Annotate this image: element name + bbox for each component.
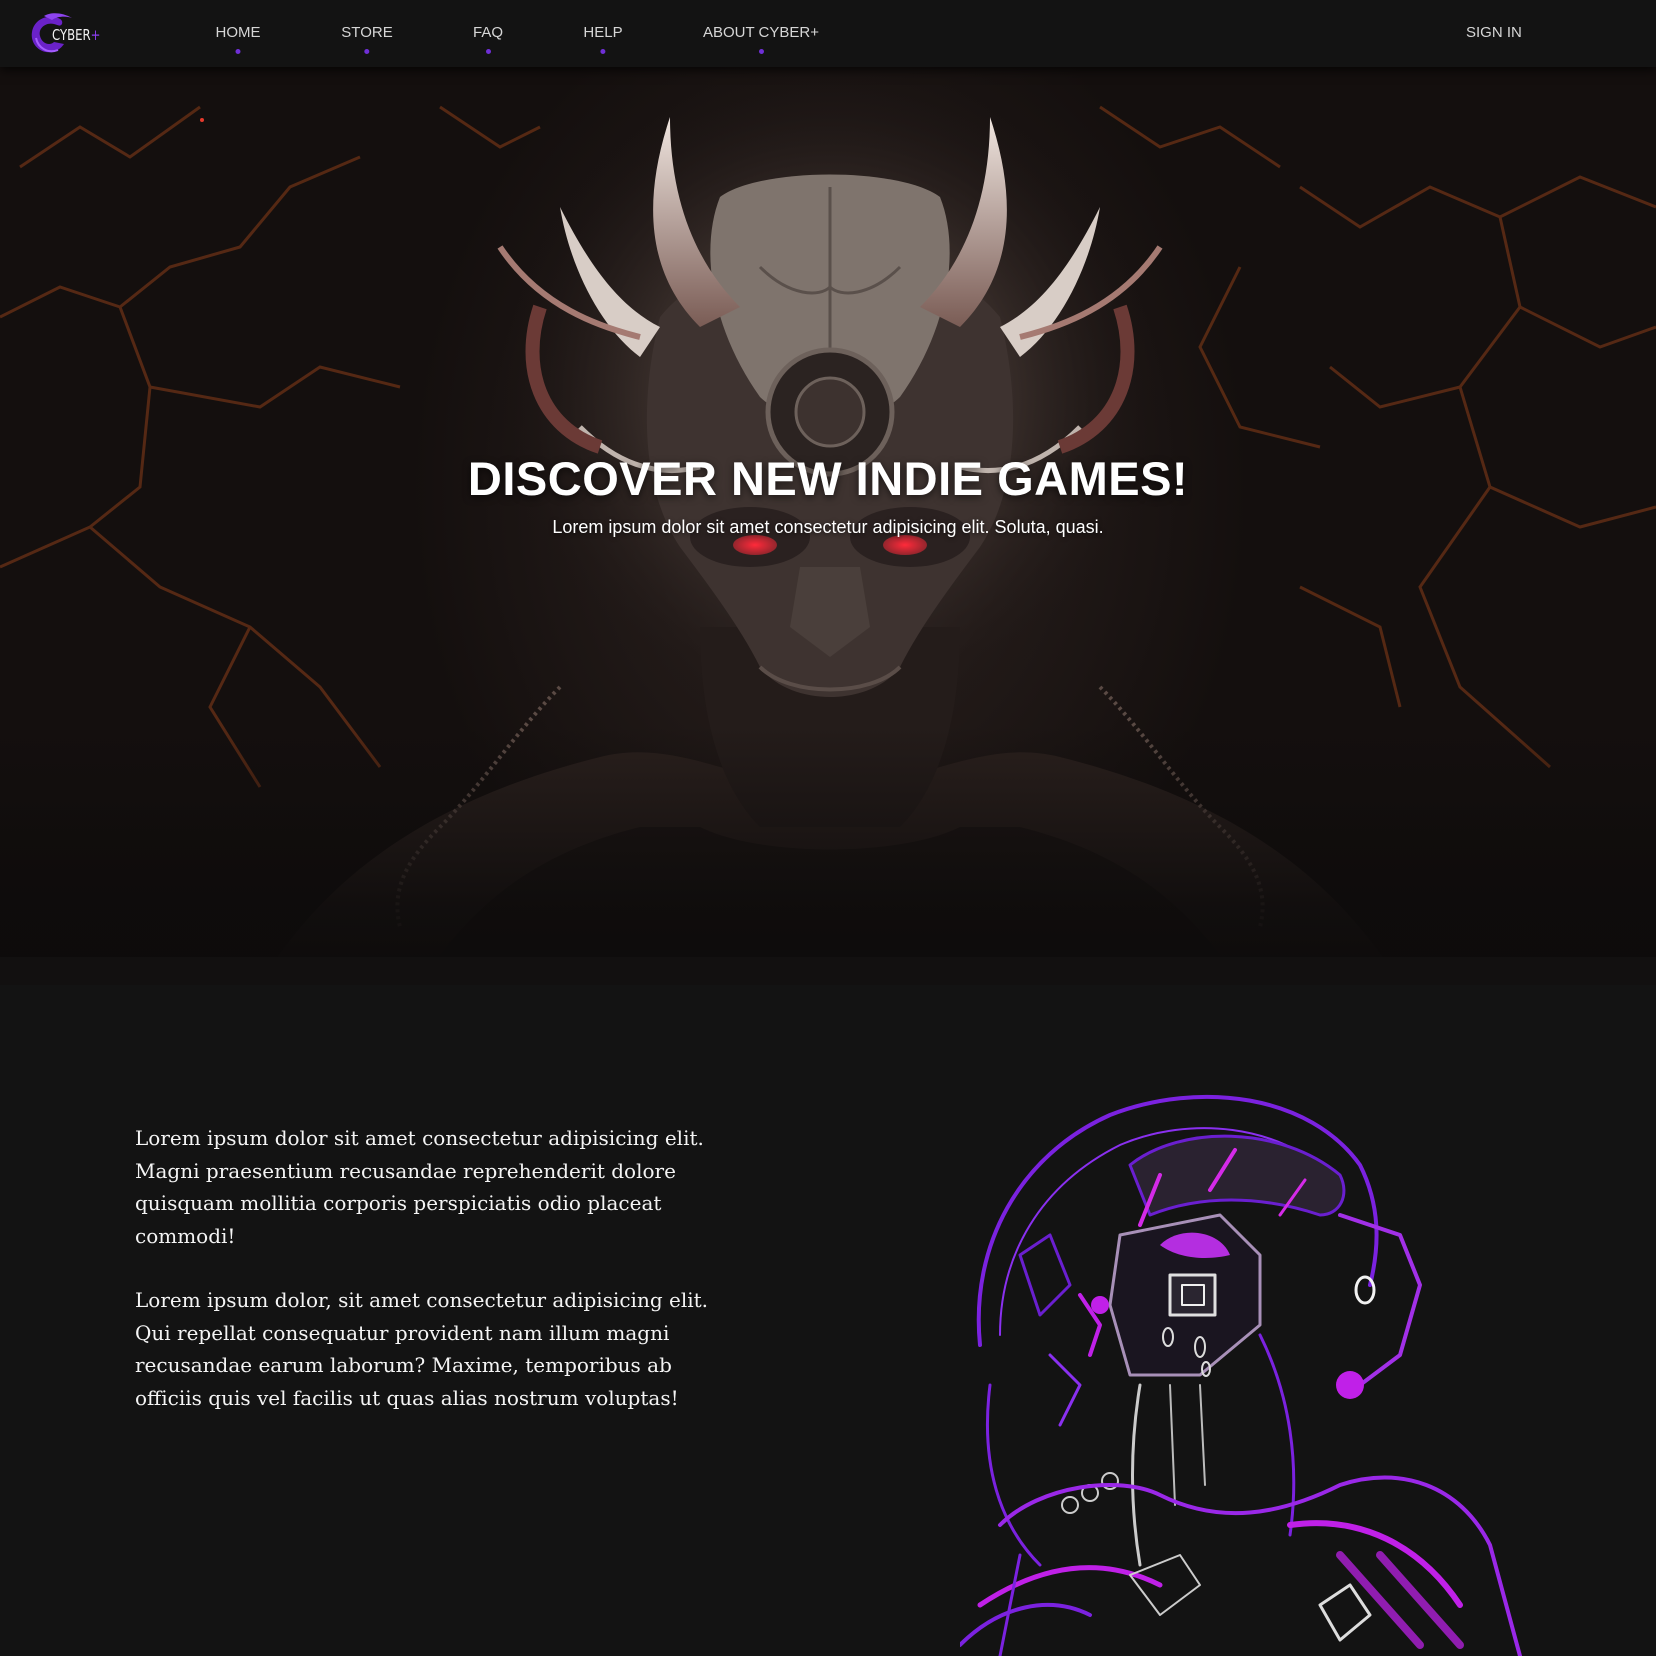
about-text-block: Lorem ipsum dolor sit amet consectetur a… [135,1122,735,1446]
logo-text: CYBER+ [52,26,101,44]
nav-indicator-dot [600,49,606,54]
cyber-logo[interactable]: CYBER+ [28,12,108,56]
hero-bottom-fade [0,725,1656,985]
top-navbar: CYBER+ HOME STORE FAQ HELP ABOUT CYBER+ … [0,0,1656,67]
nav-home[interactable]: HOME [216,24,261,56]
nav-indicator-dot [485,49,491,54]
cyborg-illustration [960,1094,1522,1656]
nav-about[interactable]: ABOUT CYBER+ [703,24,819,56]
about-section: Lorem ipsum dolor sit amet consectetur a… [0,985,1656,1656]
sign-in-link[interactable]: SIGN IN [1466,24,1522,42]
hero-title: DISCOVER NEW INDIE GAMES! [467,452,1189,505]
nav-faq-label: FAQ [472,24,504,41]
nav-indicator-dot [364,49,370,54]
hero-subtitle: Lorem ipsum dolor sit amet consectetur a… [552,517,1104,537]
hero-bottom-band [0,957,1656,985]
nav-help-label: HELP [583,24,623,41]
nav-indicator-dot [758,49,764,54]
nav-faq[interactable]: FAQ [473,24,503,56]
nav-store[interactable]: STORE [341,24,393,56]
about-paragraph-1: Lorem ipsum dolor sit amet consectetur a… [135,1126,704,1248]
nav-help[interactable]: HELP [583,24,623,56]
nav-about-label: ABOUT CYBER+ [702,24,820,41]
nav-store-label: STORE [341,24,393,41]
hero-section: DISCOVER NEW INDIE GAMES! Lorem ipsum do… [0,67,1656,985]
nav-home-label: HOME [215,24,261,41]
nav-indicator-dot [235,49,241,54]
about-paragraph-2: Lorem ipsum dolor, sit amet consectetur … [135,1288,709,1410]
